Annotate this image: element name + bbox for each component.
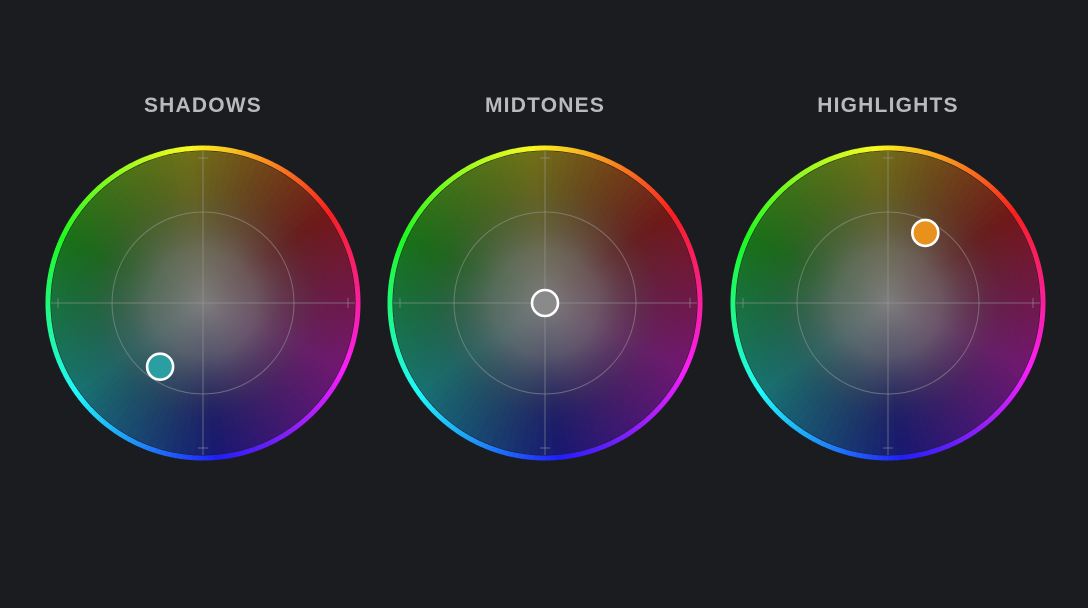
midtones-title: MIDTONES <box>484 94 606 117</box>
shadows-title: SHADOWS <box>143 94 263 117</box>
midtones-puck-handle[interactable] <box>530 288 560 318</box>
midtones-wheel-block: MIDTONES <box>380 88 710 478</box>
shadows-puck-handle[interactable] <box>145 352 175 382</box>
shadows-color-wheel[interactable] <box>43 143 363 463</box>
midtones-color-wheel[interactable] <box>385 143 705 463</box>
shadows-wheel-block: SHADOWS <box>38 88 368 478</box>
color-wheels-panel: SHADOWS MIDTONES HIGHLIGHTS <box>0 0 1088 608</box>
highlights-title: HIGHLIGHTS <box>817 94 959 117</box>
highlights-color-wheel[interactable] <box>728 143 1048 463</box>
highlights-wheel-block: HIGHLIGHTS <box>723 88 1053 478</box>
highlights-puck-handle[interactable] <box>910 218 940 248</box>
